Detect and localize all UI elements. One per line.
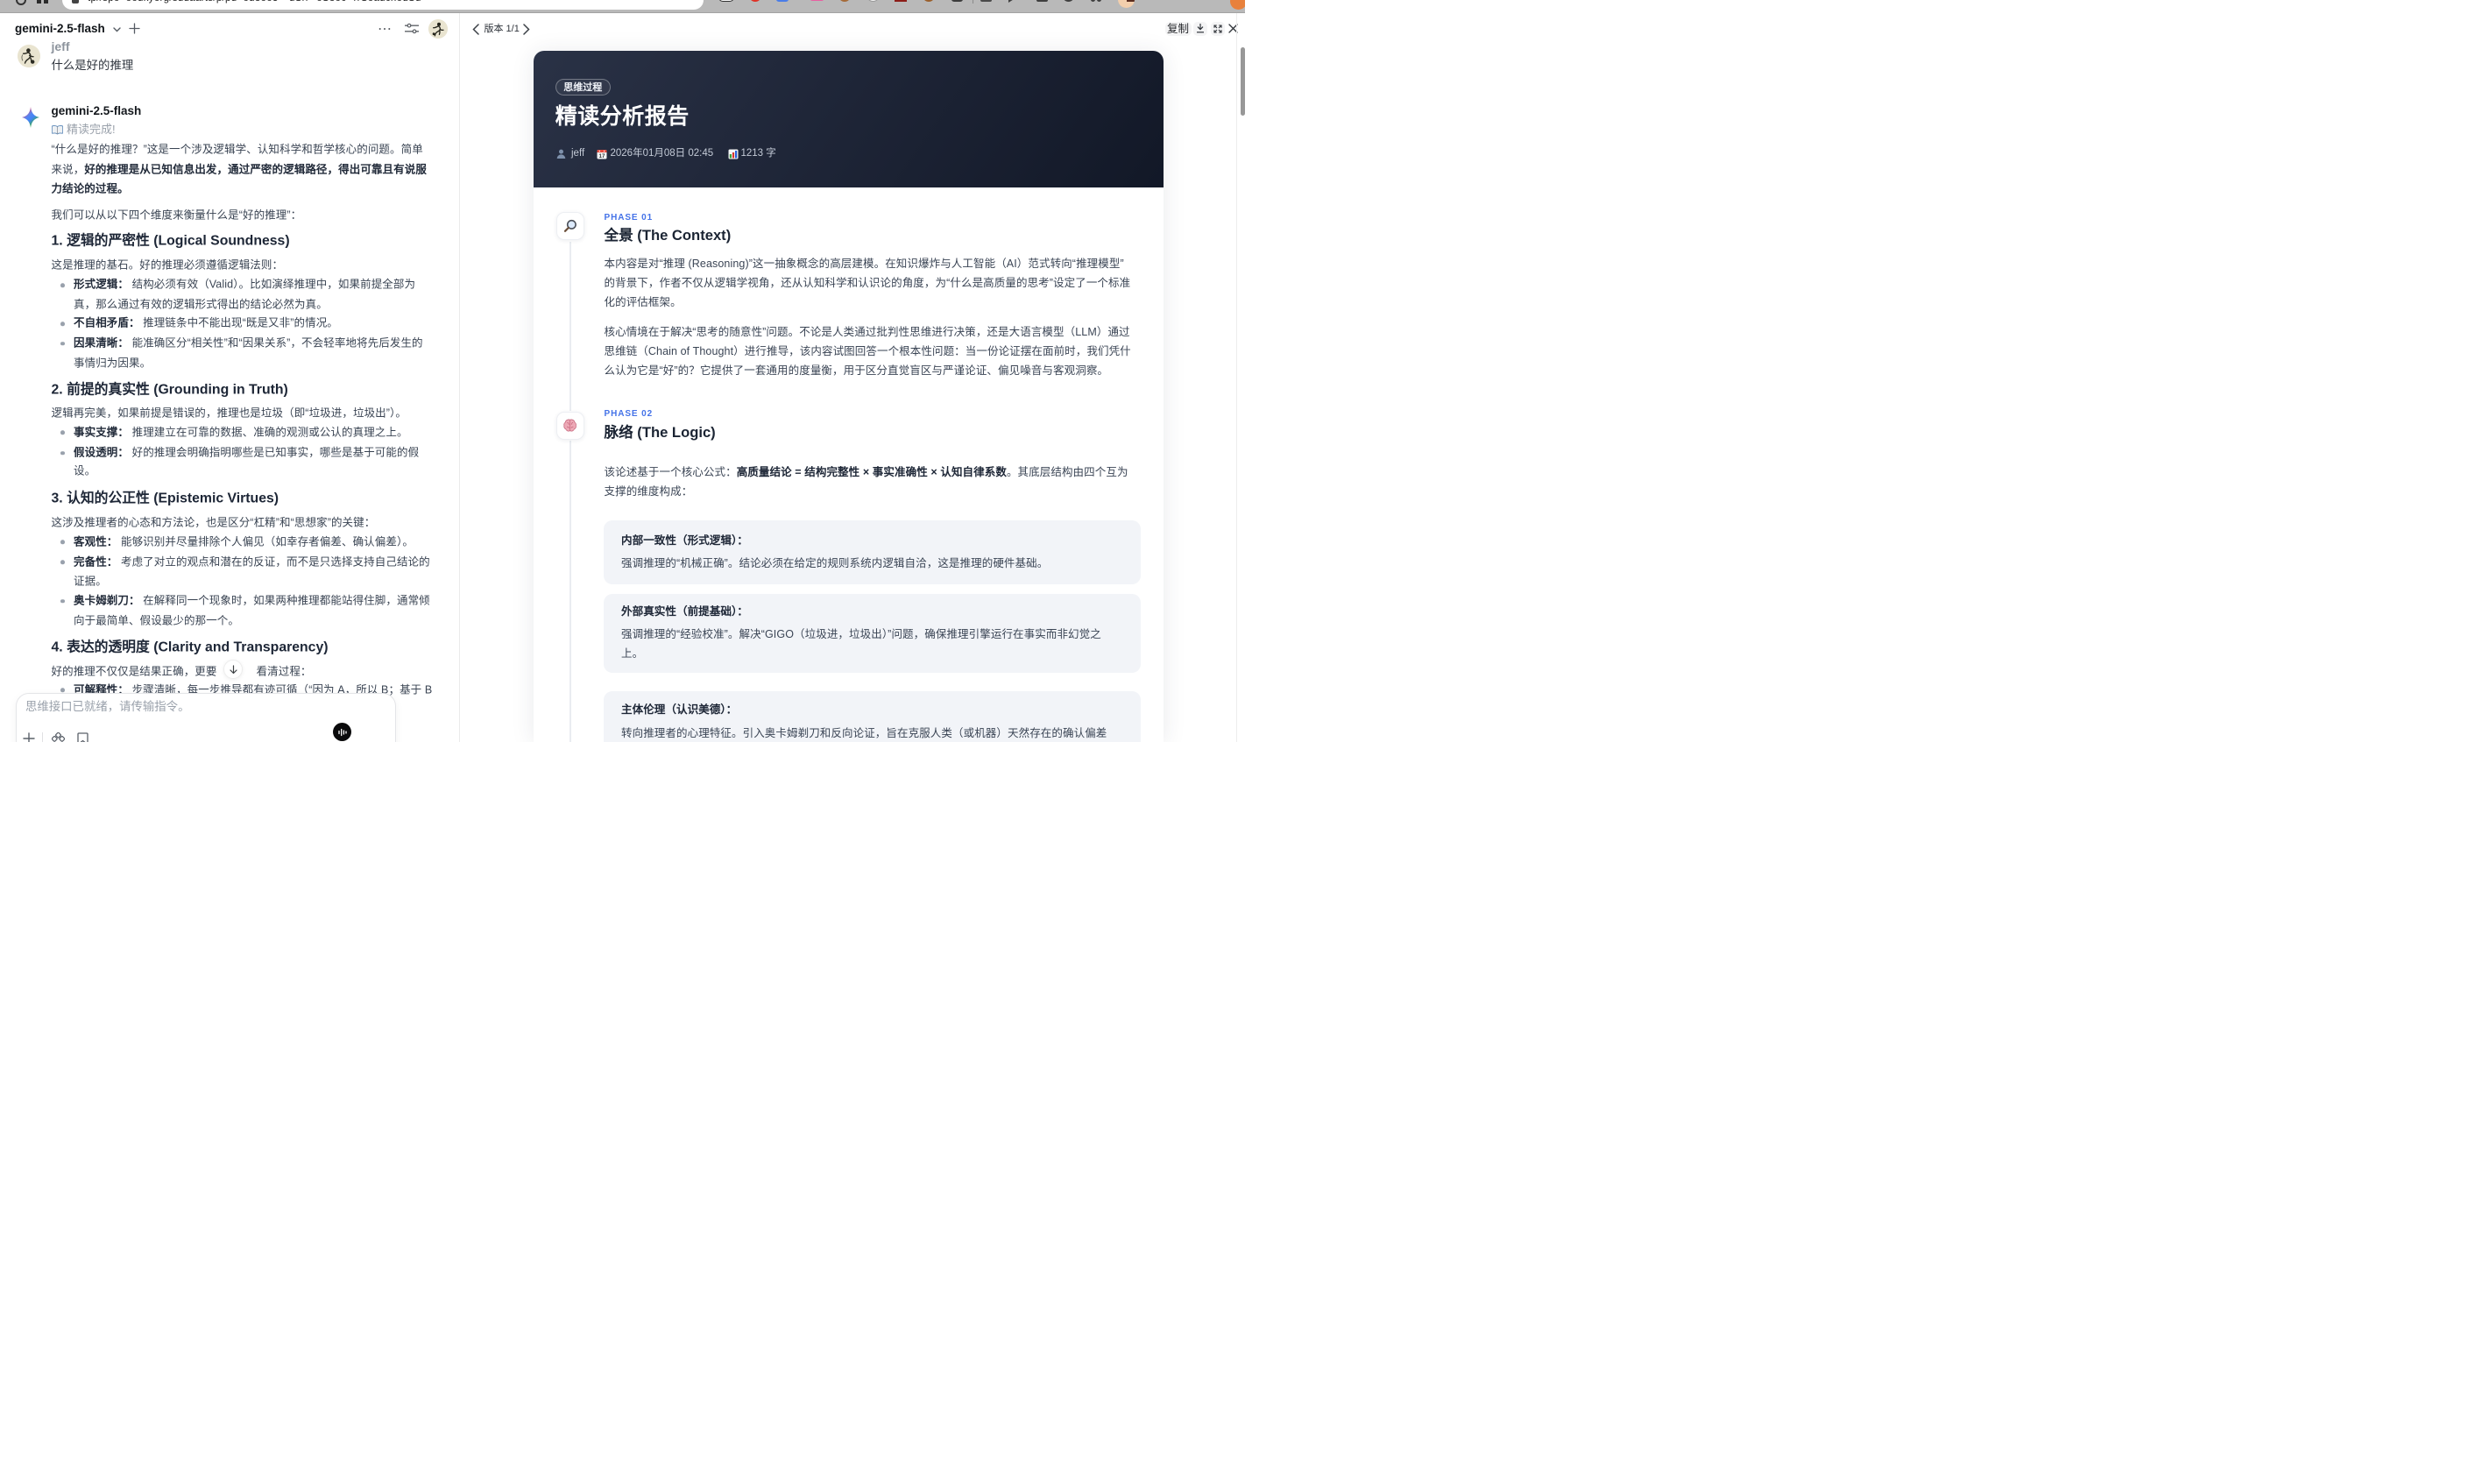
svg-text:17: 17: [599, 153, 605, 159]
